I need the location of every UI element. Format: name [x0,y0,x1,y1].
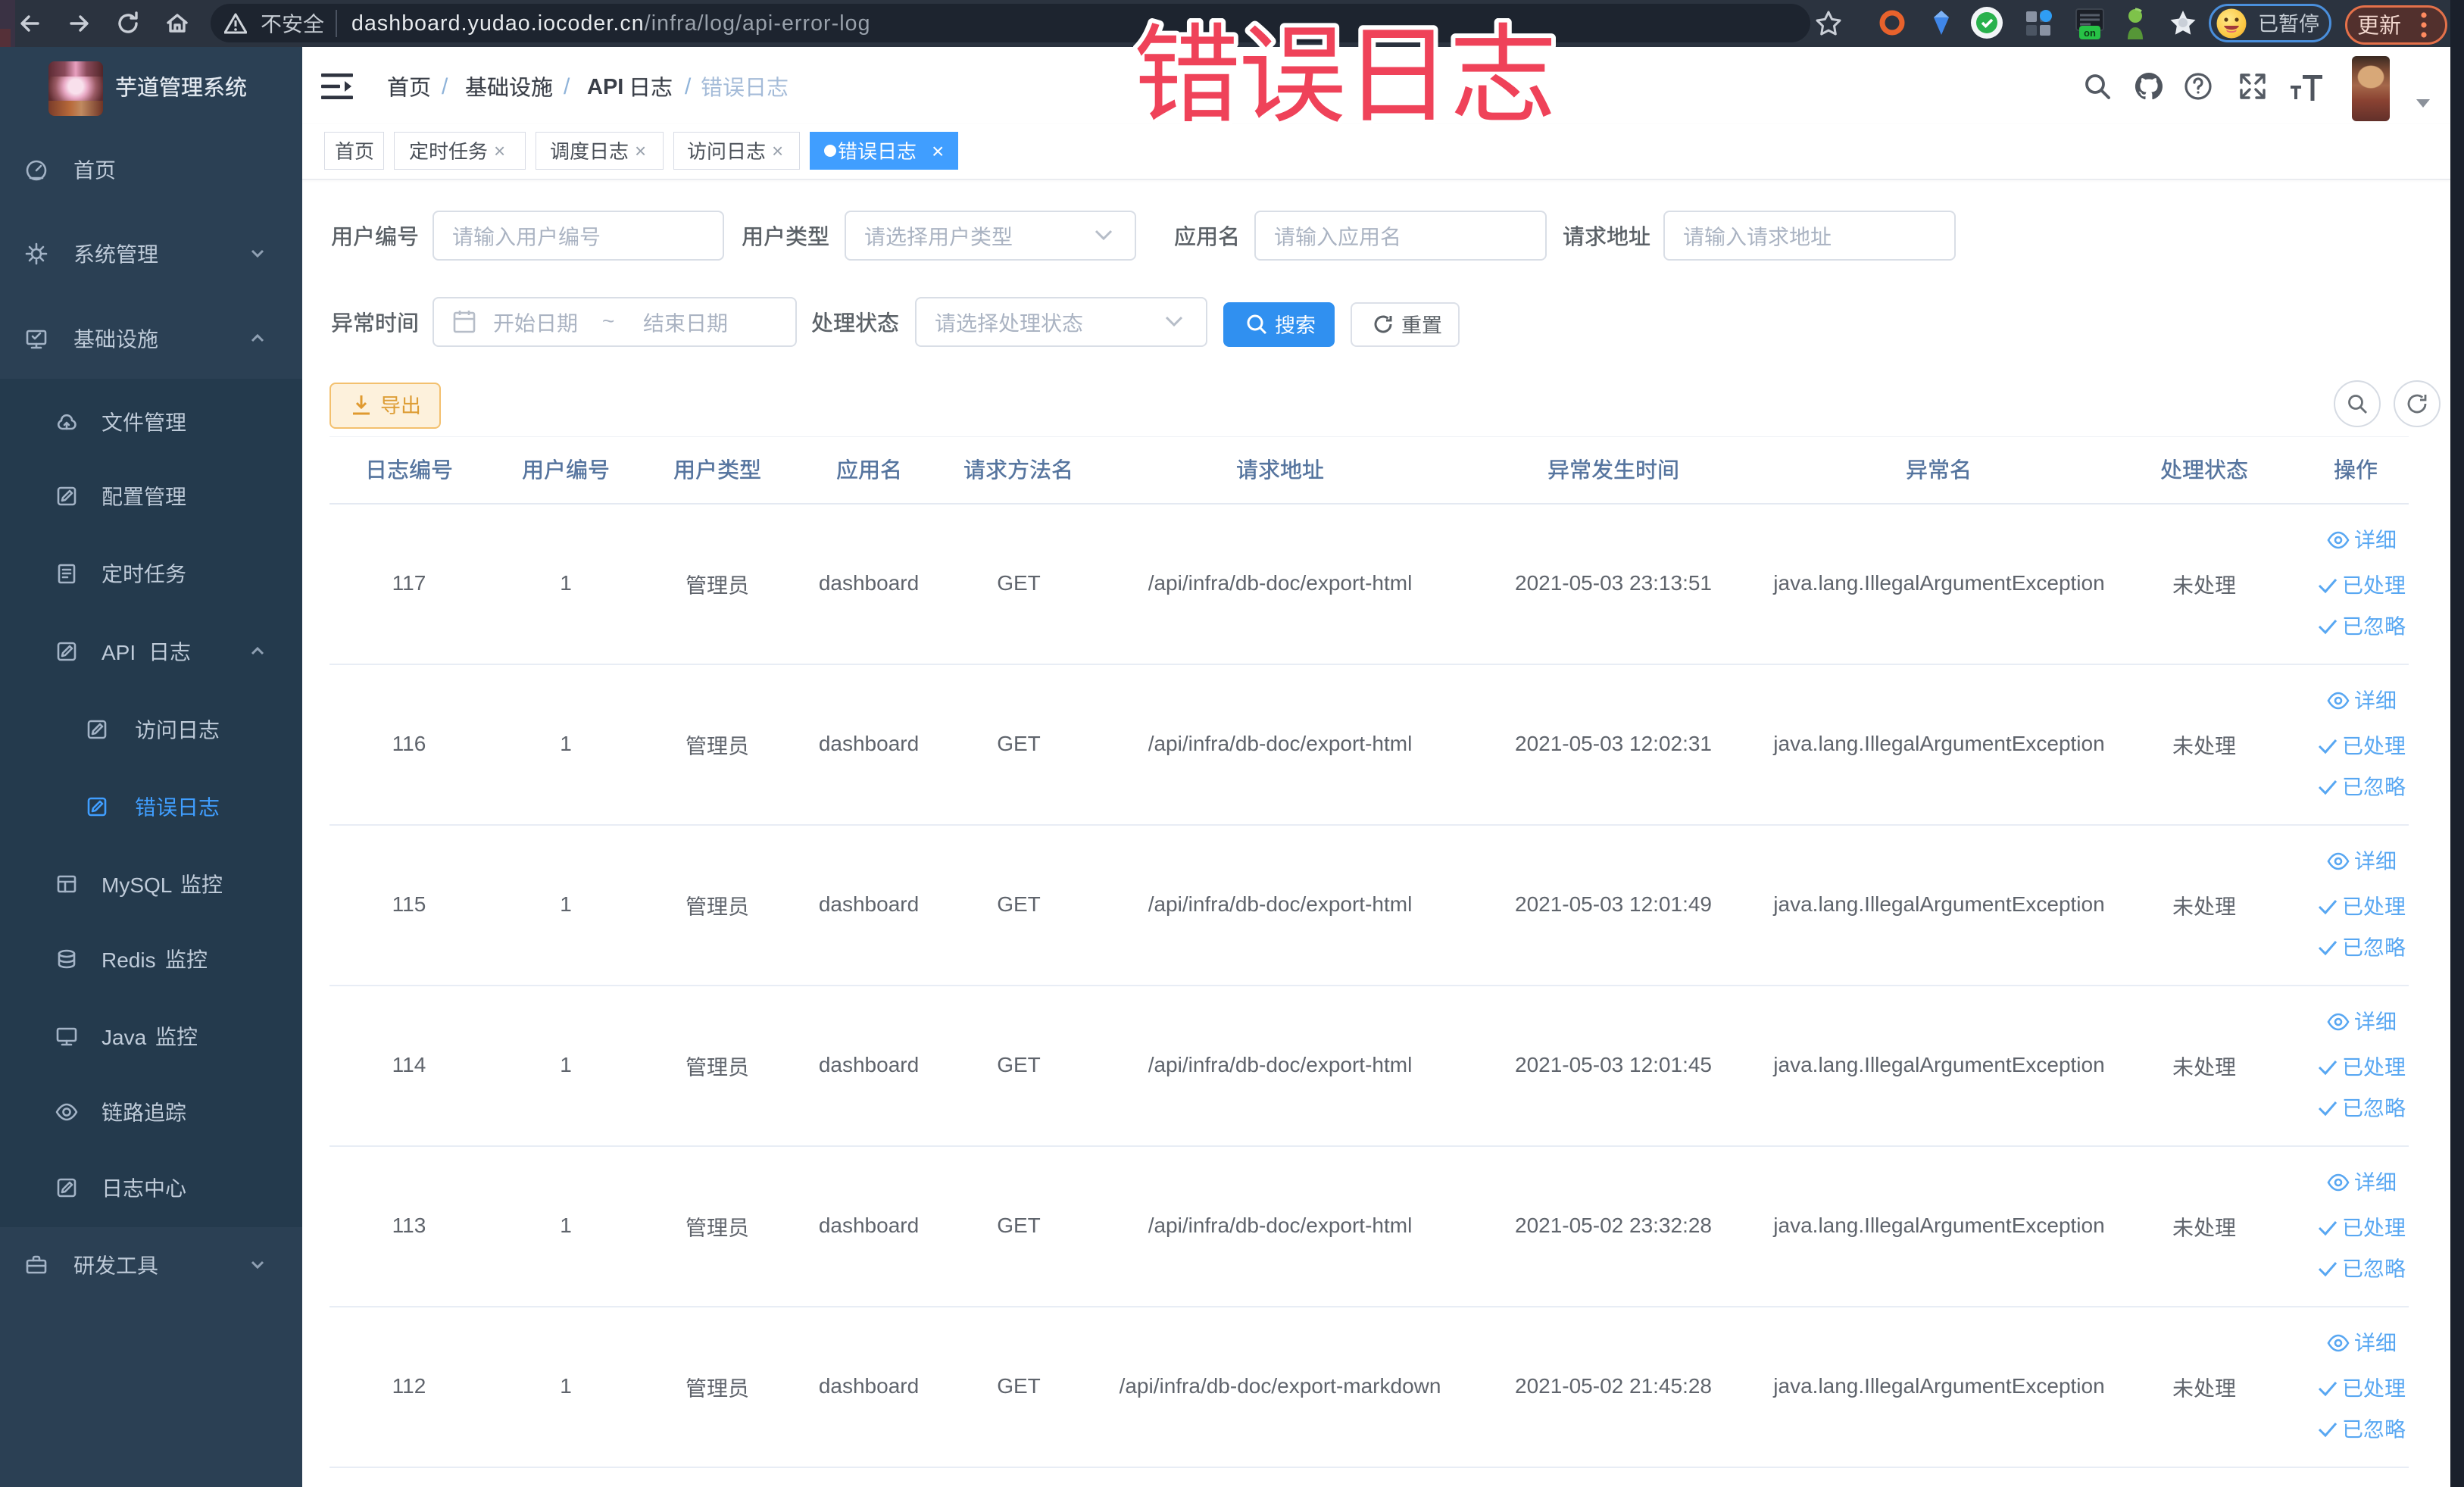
svg-text:on: on [2084,27,2096,39]
